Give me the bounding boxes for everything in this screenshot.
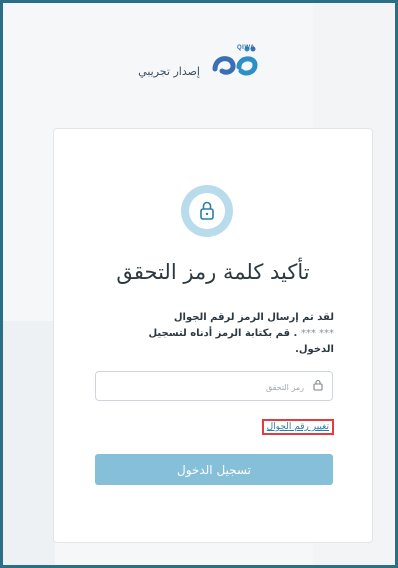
- app-frame: QIWA إصدار تجريبي تأكيد كلمة رمز التحقق …: [0, 0, 398, 568]
- verification-card: تأكيد كلمة رمز التحقق لقد تم إرسال الرمز…: [53, 128, 373, 543]
- description-text: . قم بكتابة الرمز أدناه لتسجيل: [148, 328, 298, 339]
- otp-input[interactable]: [102, 373, 306, 401]
- otp-field[interactable]: [95, 371, 333, 401]
- lock-icon: [200, 201, 214, 220]
- change-phone-number-link[interactable]: تغيير رقم الجوال: [261, 419, 334, 435]
- description-line: *** *** . قم بكتابة الرمز أدناه لتسجيل: [102, 326, 334, 342]
- lock-icon: [313, 379, 323, 391]
- verification-description: لقد تم إرسال الرمز لرقم الجوال *** *** .…: [102, 310, 334, 358]
- description-line: الدخول.: [295, 344, 334, 355]
- beta-version-label: إصدار تجريبي: [138, 65, 200, 78]
- masked-phone-number: *** ***: [300, 328, 334, 339]
- lock-badge: [181, 185, 233, 237]
- login-button[interactable]: تسجيل الدخول: [95, 454, 333, 485]
- page-title: تأكيد كلمة رمز التحقق: [116, 260, 310, 284]
- qiwa-logo: QIWA إصدار تجريبي: [138, 25, 273, 95]
- background-panel: [3, 321, 55, 565]
- brand-label: QIWA: [237, 45, 255, 51]
- description-line: لقد تم إرسال الرمز لرقم الجوال: [173, 312, 334, 323]
